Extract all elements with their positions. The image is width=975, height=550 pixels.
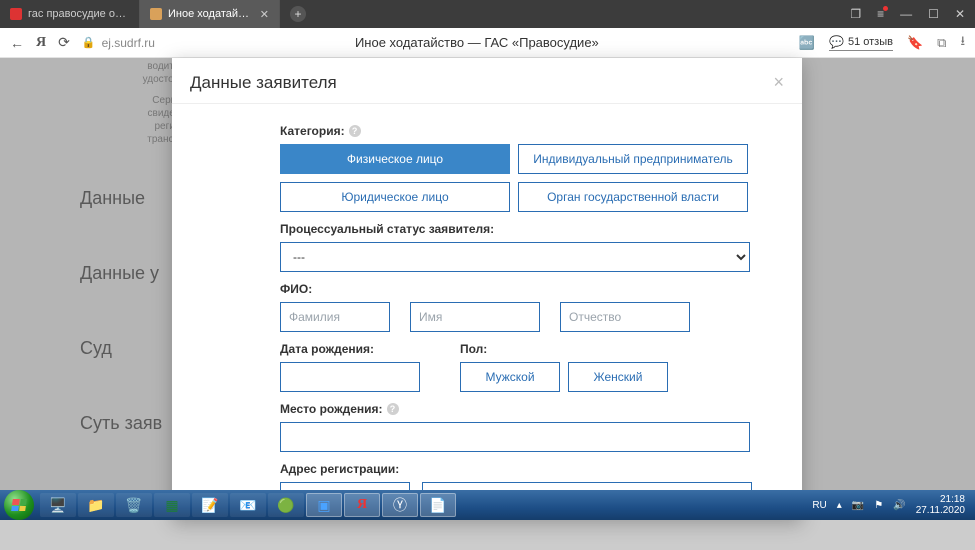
first-name-input[interactable] (410, 302, 540, 332)
overlay-windows-icon[interactable]: ❐ (850, 7, 861, 21)
tray-chevron-icon[interactable]: ▴ (837, 500, 842, 511)
tab-favicon-icon (150, 8, 162, 20)
tab-favicon-icon (10, 8, 22, 20)
birthplace-label: Место рождения: ? (280, 402, 784, 416)
url-host: ej.sudrf.ru (102, 36, 155, 50)
taskbar-word-icon[interactable]: 📄 (420, 493, 456, 517)
browser-tab-1[interactable]: Иное ходатайство — Г... ✕ (140, 0, 280, 28)
yandex-home-button[interactable]: Я (36, 35, 46, 51)
help-icon[interactable]: ? (349, 125, 361, 137)
back-button[interactable]: ← (10, 35, 24, 51)
windows-taskbar: 🖥️ 📁 🗑️ ▦ 📝 📧 🟢 ▣ Я Ⓨ 📄 RU ▴ 📷 ⚑ 🔊 21:18… (0, 490, 975, 520)
modal-close-button[interactable]: × (773, 72, 784, 93)
tab-close-icon[interactable]: ✕ (260, 8, 269, 21)
downloads-icon[interactable]: ⭳ (960, 32, 965, 54)
taskbar-chrome-icon[interactable]: 🟢 (268, 493, 304, 517)
sex-label: Пол: (460, 342, 668, 356)
taskbar-excel-icon[interactable]: ▦ (154, 493, 190, 517)
applicant-modal: Данные заявителя × Категория: ? Физическ… (172, 58, 802, 520)
category-legal-button[interactable]: Юридическое лицо (280, 182, 510, 212)
category-label: Категория: ? (280, 124, 784, 138)
taskbar-notes-icon[interactable]: 📝 (192, 493, 228, 517)
tray-flag-icon[interactable]: ⚑ (874, 500, 883, 511)
dob-input[interactable] (280, 362, 420, 392)
window-minimize-button[interactable]: — (900, 7, 912, 21)
taskbar-ybrowser-icon[interactable]: Ⓨ (382, 493, 418, 517)
browser-toolbar: ← Я ⟳ 🔒 ej.sudrf.ru Иное ходатайство — Г… (0, 28, 975, 58)
status-label: Процессуальный статус заявителя: (280, 222, 784, 236)
modal-title: Данные заявителя (190, 73, 337, 93)
taskbar-zoom-icon[interactable]: ▣ (306, 493, 342, 517)
birthplace-input[interactable] (280, 422, 750, 452)
sex-female-button[interactable]: Женский (568, 362, 668, 392)
window-close-button[interactable]: ✕ (955, 7, 965, 21)
reviews-badge[interactable]: 💬 51 отзыв (829, 35, 893, 51)
category-entrepreneur-button[interactable]: Индивидуальный предприниматель (518, 144, 748, 174)
taskbar-folder-icon[interactable]: 📁 (78, 493, 114, 517)
sidebar-icon[interactable]: ⧉ (937, 35, 946, 51)
category-individual-button[interactable]: Физическое лицо (280, 144, 510, 174)
lock-icon: 🔒 (82, 36, 96, 49)
taskbar-explorer-icon[interactable]: 🖥️ (40, 493, 76, 517)
clock[interactable]: 21:18 27.11.2020 (916, 494, 965, 516)
sex-male-button[interactable]: Мужской (460, 362, 560, 392)
tab-title: Иное ходатайство — Г... (168, 8, 254, 20)
taskbar-yandex-icon[interactable]: Я (344, 493, 380, 517)
system-tray: RU ▴ 📷 ⚑ 🔊 21:18 27.11.2020 (812, 494, 971, 516)
browser-tab-strip: гас правосудие официаль Иное ходатайство… (0, 0, 975, 28)
page-title: Иное ходатайство — ГАС «Правосудие» (167, 35, 787, 50)
reg-address-label: Адрес регистрации: (280, 462, 784, 476)
tray-volume-icon[interactable]: 🔊 (893, 500, 905, 511)
taskbar-trash-icon[interactable]: 🗑️ (116, 493, 152, 517)
tray-camera-icon[interactable]: 📷 (852, 500, 864, 511)
dob-label: Дата рождения: (280, 342, 420, 356)
procedural-status-select[interactable]: --- (280, 242, 750, 272)
plus-icon: + (290, 6, 306, 22)
help-icon[interactable]: ? (387, 403, 399, 415)
window-maximize-button[interactable]: ☐ (928, 7, 939, 21)
taskbar-mail-icon[interactable]: 📧 (230, 493, 266, 517)
address-field[interactable]: 🔒 ej.sudrf.ru (82, 36, 155, 50)
extensions-icon[interactable]: ≡ (877, 7, 884, 21)
window-controls: ❐ ≡ — ☐ ✕ (840, 0, 975, 28)
reload-button[interactable]: ⟳ (58, 34, 70, 51)
last-name-input[interactable] (280, 302, 390, 332)
fio-label: ФИО: (280, 282, 784, 296)
translate-icon[interactable]: 🔤 (799, 35, 815, 51)
category-gov-button[interactable]: Орган государственной власти (518, 182, 748, 212)
windows-icon (11, 499, 27, 511)
bookmark-icon[interactable]: 🔖 (907, 35, 923, 51)
start-button[interactable] (4, 490, 34, 520)
middle-name-input[interactable] (560, 302, 690, 332)
modal-body[interactable]: Категория: ? Физическое лицо Индивидуаль… (172, 104, 802, 520)
browser-tab-0[interactable]: гас правосудие официаль (0, 0, 140, 28)
tab-title: гас правосудие официаль (28, 8, 129, 20)
new-tab-button[interactable]: + (286, 0, 310, 28)
page-viewport: водитель удостовер Серия и свидетел реги… (0, 58, 975, 520)
speech-bubble-icon: 💬 (829, 35, 844, 49)
lang-indicator[interactable]: RU (812, 500, 826, 511)
